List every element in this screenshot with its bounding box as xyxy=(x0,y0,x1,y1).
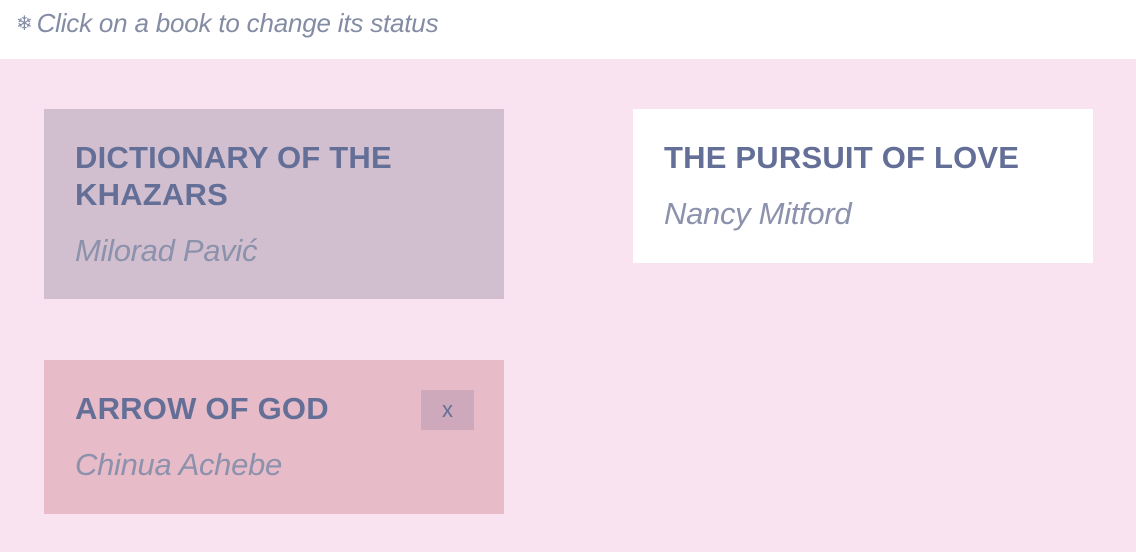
book-author: Milorad Pavić xyxy=(75,233,258,268)
book-author: Nancy Mitford xyxy=(664,196,852,231)
book-board: DICTIONARY OF THE KHAZARS Milorad Pavić … xyxy=(0,59,1136,552)
snowflake-icon: ❄ xyxy=(16,13,33,35)
book-title: ARROW OF GOD xyxy=(75,391,329,426)
book-card[interactable]: DICTIONARY OF THE KHAZARS Milorad Pavić xyxy=(44,109,504,299)
instruction-bar: ❄ Click on a book to change its status xyxy=(0,0,1136,59)
book-author: Chinua Achebe xyxy=(75,447,282,482)
instruction-text: Click on a book to change its status xyxy=(36,8,439,38)
instruction-text-container: ❄ Click on a book to change its status xyxy=(16,8,439,39)
book-title: THE PURSUIT OF LOVE xyxy=(664,140,1020,175)
remove-book-button[interactable]: x xyxy=(421,390,474,430)
book-title: DICTIONARY OF THE KHAZARS xyxy=(75,140,392,212)
book-card[interactable]: ARROW OF GOD x Chinua Achebe xyxy=(44,360,504,514)
book-card[interactable]: THE PURSUIT OF LOVE Nancy Mitford xyxy=(633,109,1093,263)
